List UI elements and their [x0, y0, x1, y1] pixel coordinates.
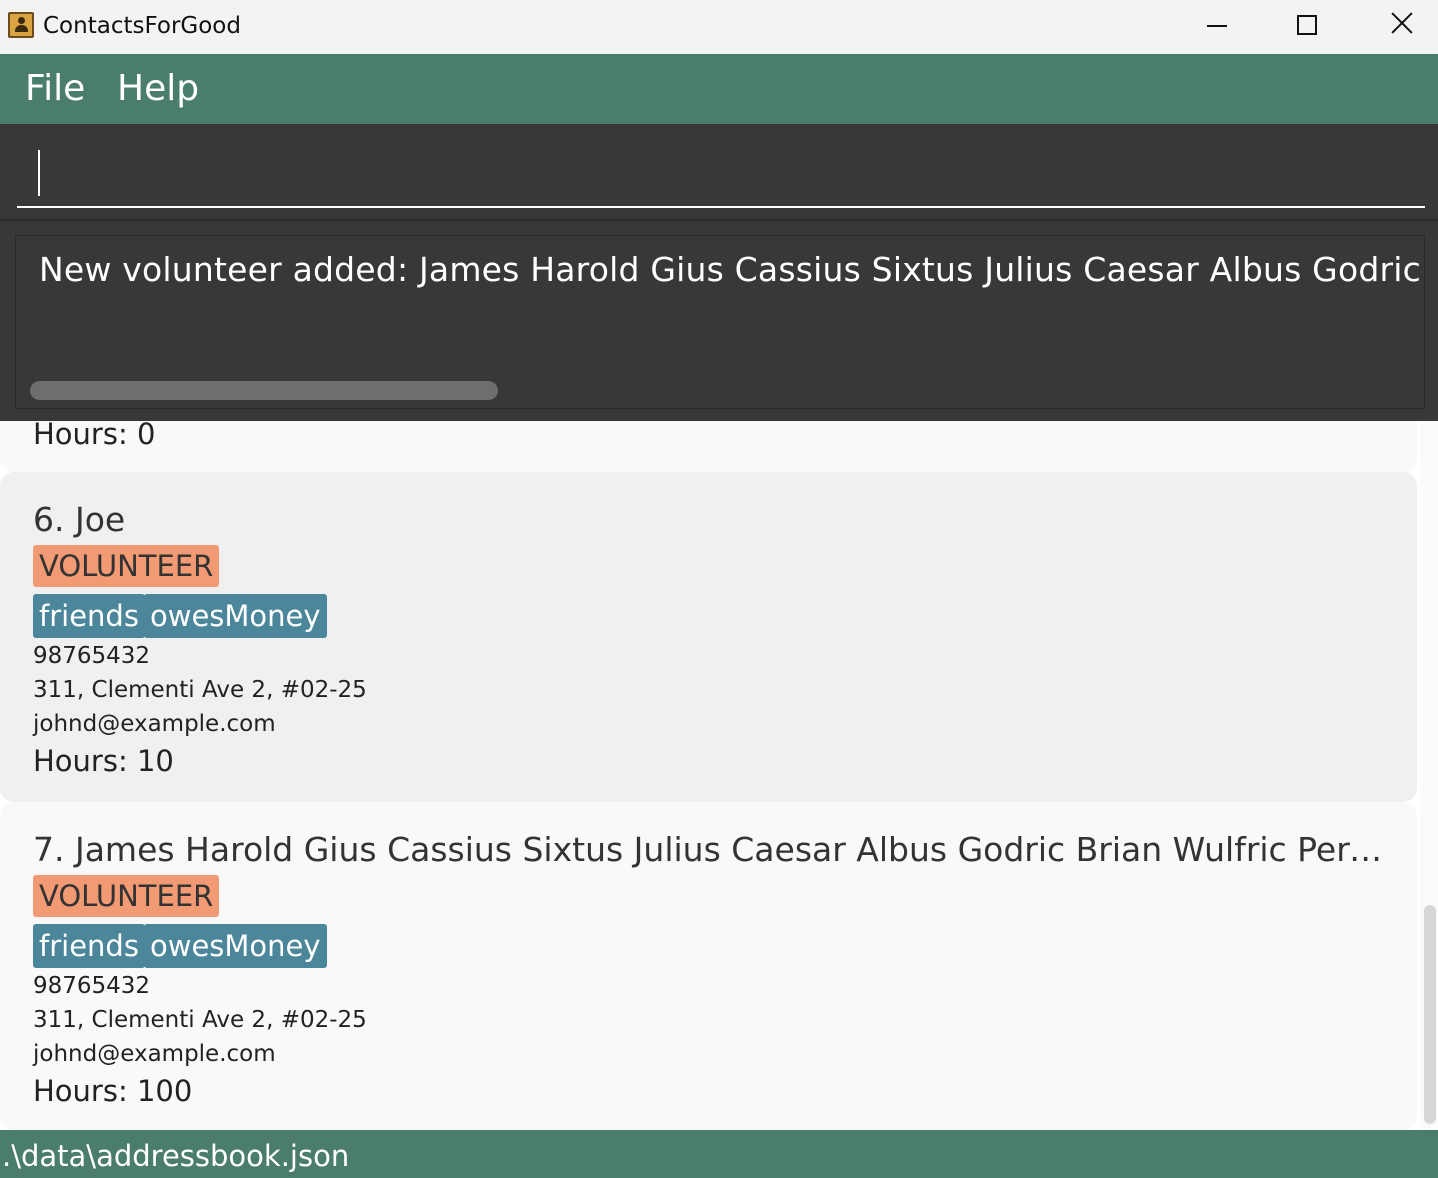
tag-label: owesMoney	[144, 924, 327, 968]
maximize-button[interactable]	[1262, 0, 1352, 54]
command-box-area	[0, 124, 1438, 220]
window-title: ContactsForGood	[43, 13, 241, 39]
command-input[interactable]	[17, 142, 1425, 208]
tag-label: owesMoney	[144, 594, 327, 638]
person-card[interactable]: 6. Joe VOLUNTEER friends owesMoney 98765…	[0, 472, 1417, 802]
role-tag: VOLUNTEER	[33, 545, 220, 587]
person-card[interactable]: 7. James Harold Gius Cassius Sixtus Juli…	[0, 802, 1417, 1130]
minimize-button[interactable]	[1172, 0, 1262, 54]
person-address: 311, Clementi Ave 2, #02-25	[33, 1007, 367, 1033]
person-address: 311, Clementi Ave 2, #02-25	[33, 677, 367, 703]
menu-help[interactable]: Help	[117, 68, 199, 110]
tag-label: friends	[33, 924, 145, 968]
person-card[interactable]: Hours: 0	[0, 421, 1417, 472]
person-list: Hours: 0 6. Joe VOLUNTEER friends owesMo…	[0, 421, 1438, 1130]
status-bar: .\data\addressbook.json	[0, 1130, 1438, 1178]
result-display-area: New volunteer added: James Harold Gius C…	[0, 221, 1438, 421]
maximize-icon	[1297, 15, 1317, 35]
role-tag: VOLUNTEER	[33, 875, 220, 917]
menu-file[interactable]: File	[25, 68, 85, 110]
person-hours: Hours: 0	[33, 421, 156, 451]
list-scrollbar-thumb[interactable]	[1424, 905, 1436, 1124]
person-phone: 98765432	[33, 973, 151, 999]
person-email: johnd@example.com	[33, 711, 276, 737]
minimize-icon	[1207, 25, 1227, 27]
result-message: New volunteer added: James Harold Gius C…	[39, 250, 1424, 289]
person-name: 6. Joe	[33, 500, 126, 539]
person-hours: Hours: 100	[33, 1074, 193, 1108]
tag-label: friends	[33, 594, 145, 638]
close-button[interactable]	[1352, 0, 1438, 54]
close-icon	[1390, 11, 1414, 35]
text-caret	[38, 150, 40, 196]
title-bar: ContactsForGood	[0, 0, 1438, 54]
person-email: johnd@example.com	[33, 1041, 276, 1067]
result-display[interactable]: New volunteer added: James Harold Gius C…	[15, 235, 1425, 409]
save-location: .\data\addressbook.json	[2, 1139, 350, 1173]
person-phone: 98765432	[33, 643, 151, 669]
person-hours: Hours: 10	[33, 744, 174, 778]
contacts-app-icon	[8, 12, 34, 38]
menu-bar: File Help	[0, 54, 1438, 124]
person-name: 7. James Harold Gius Cassius Sixtus Juli…	[33, 830, 1393, 869]
result-horizontal-scrollbar[interactable]	[30, 381, 498, 400]
